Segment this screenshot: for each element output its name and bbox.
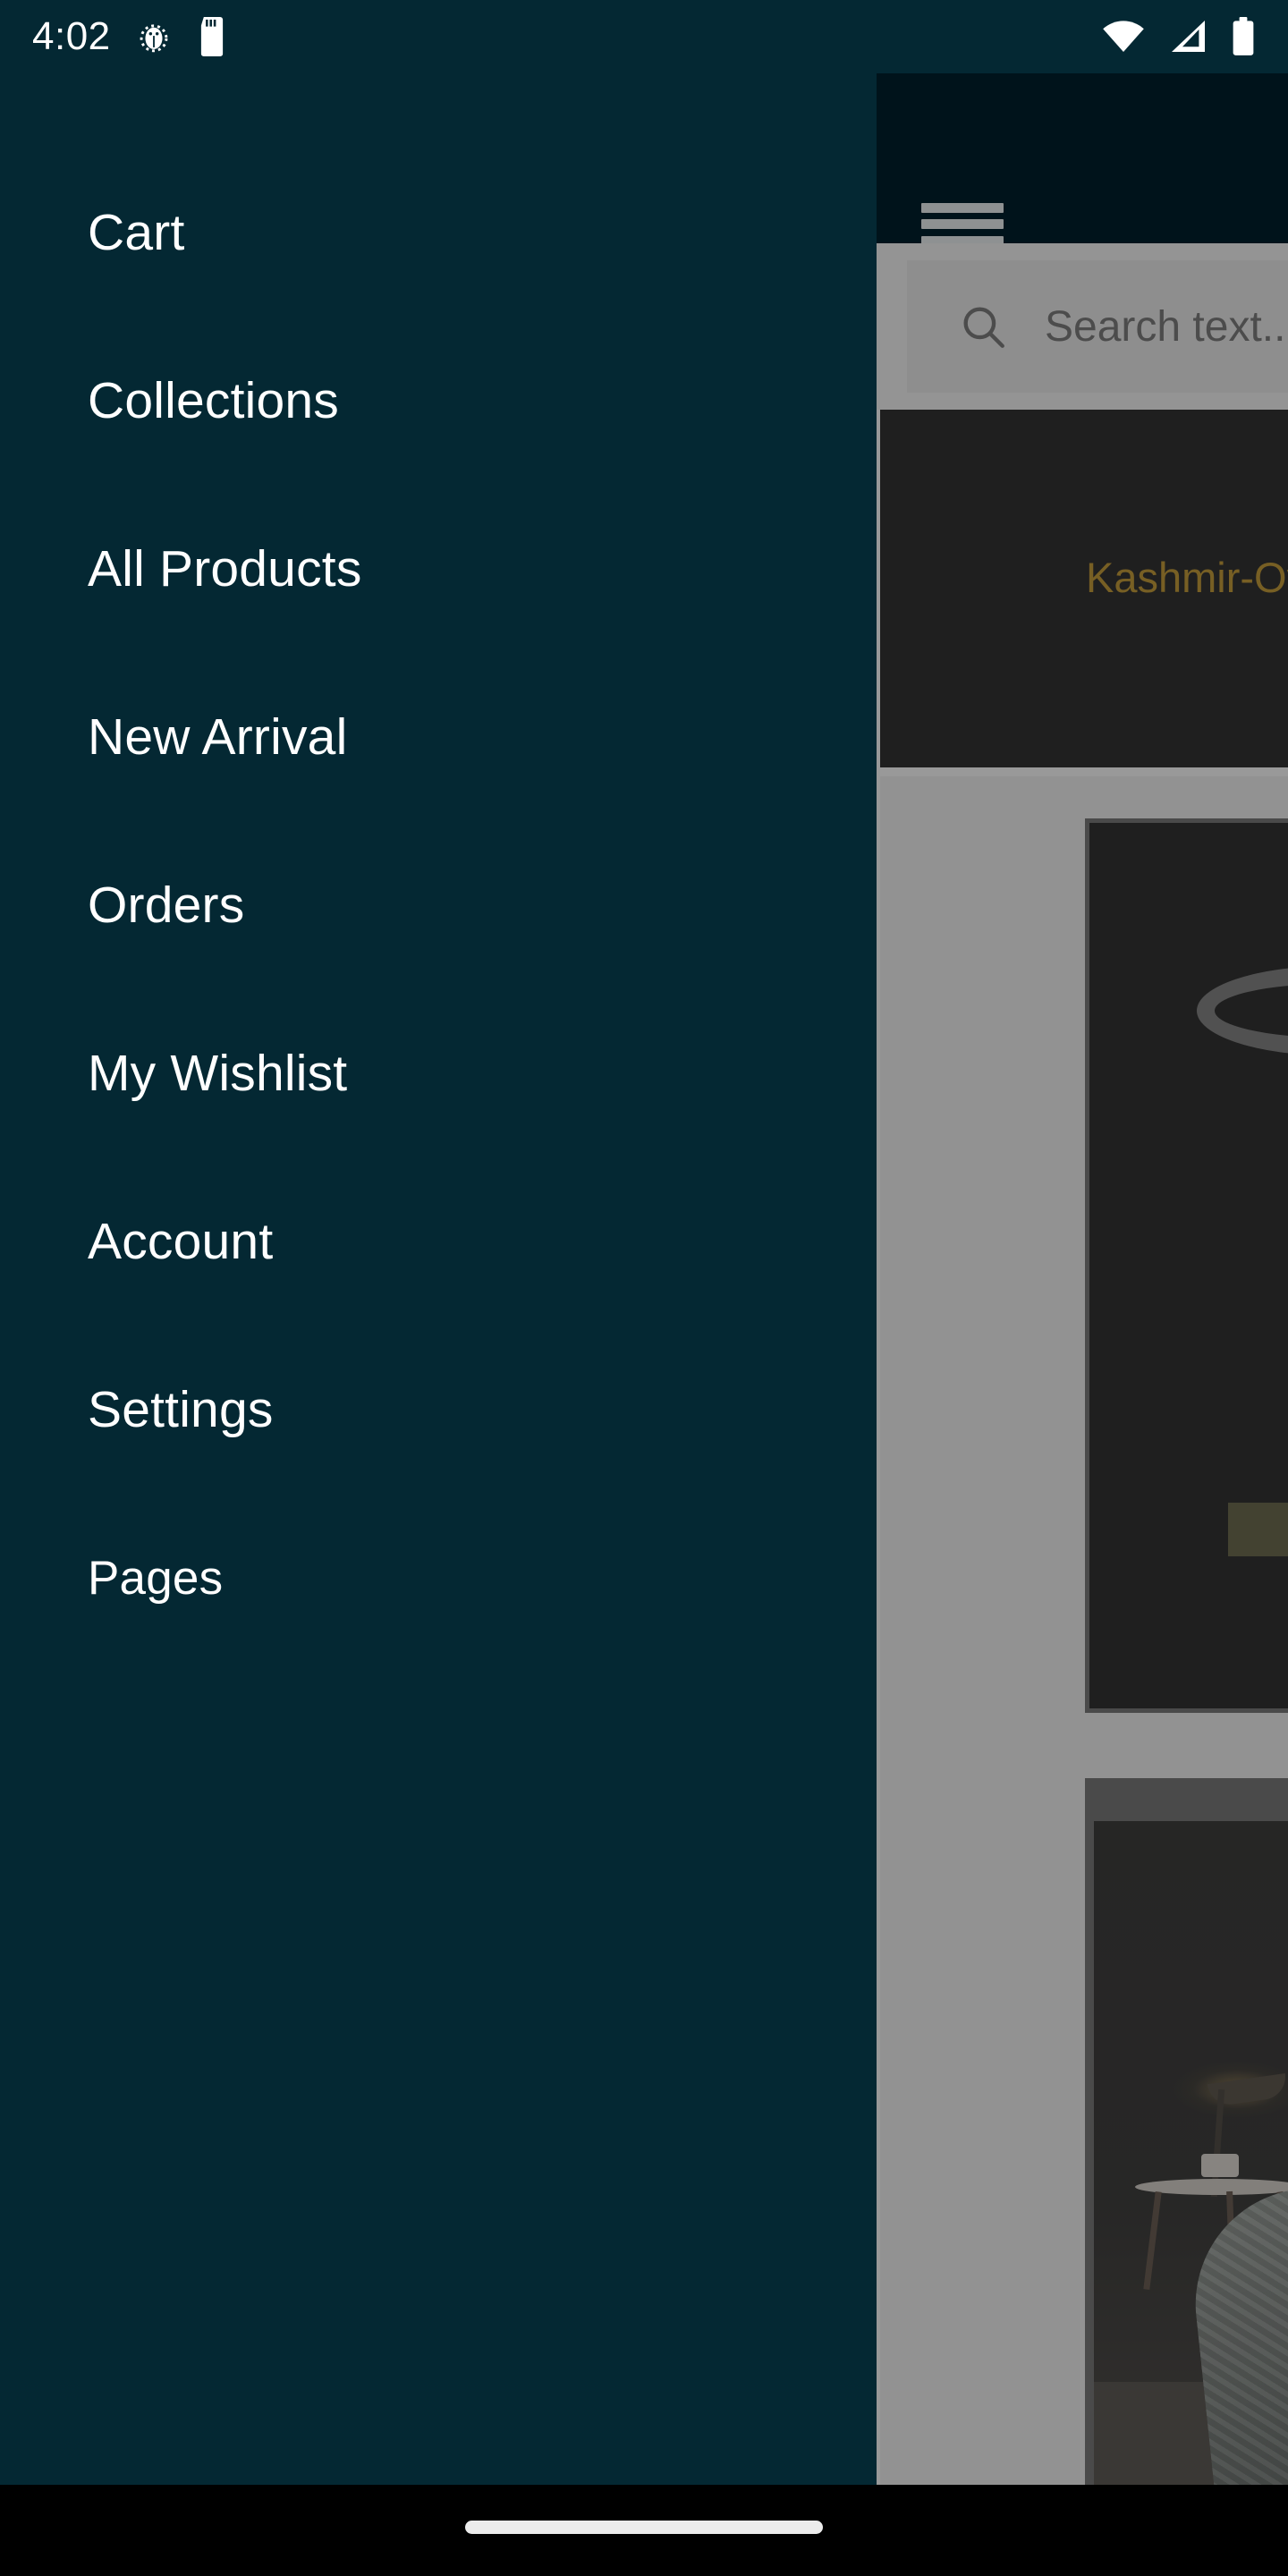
drawer-item-label: My Wishlist bbox=[88, 1044, 348, 1102]
drawer-item-label: Settings bbox=[88, 1380, 274, 1438]
status-bar-right-group bbox=[1102, 17, 1256, 56]
drawer-item-account[interactable]: Account bbox=[0, 1157, 877, 1326]
drawer-item-cart[interactable]: Cart bbox=[0, 148, 877, 317]
bug-icon bbox=[140, 24, 168, 53]
status-bar-left-group: 4:02 bbox=[32, 14, 227, 59]
drawer-item-label: Cart bbox=[88, 203, 185, 261]
status-bar: 4:02 bbox=[0, 0, 1288, 73]
drawer-item-pages[interactable]: Pages bbox=[0, 1494, 877, 1662]
drawer-item-label: Pages bbox=[88, 1551, 224, 1605]
gesture-navigation-bar bbox=[0, 2485, 1288, 2576]
drawer-item-all-products[interactable]: All Products bbox=[0, 485, 877, 653]
drawer-item-label: New Arrival bbox=[88, 708, 348, 766]
battery-icon bbox=[1233, 17, 1254, 55]
sd-card-icon bbox=[200, 17, 223, 56]
drawer-item-collections[interactable]: Collections bbox=[0, 317, 877, 485]
drawer-item-label: Orders bbox=[88, 876, 245, 934]
navigation-drawer: Cart Collections All Products New Arriva… bbox=[0, 73, 877, 2485]
drawer-item-settings[interactable]: Settings bbox=[0, 1326, 877, 1494]
drawer-item-new-arrival[interactable]: New Arrival bbox=[0, 653, 877, 821]
drawer-item-label: Collections bbox=[88, 371, 339, 429]
wifi-icon bbox=[1103, 21, 1144, 52]
drawer-item-label: Account bbox=[88, 1212, 274, 1270]
drawer-item-orders[interactable]: Orders bbox=[0, 821, 877, 989]
home-indicator-pill[interactable] bbox=[465, 2520, 823, 2534]
status-bar-clock: 4:02 bbox=[32, 14, 111, 58]
phone-screen: Search text.... Kashmir-Ov bbox=[0, 0, 1288, 2576]
drawer-item-my-wishlist[interactable]: My Wishlist bbox=[0, 989, 877, 1157]
cellular-signal-icon bbox=[1172, 21, 1205, 52]
drawer-item-label: All Products bbox=[88, 539, 362, 597]
